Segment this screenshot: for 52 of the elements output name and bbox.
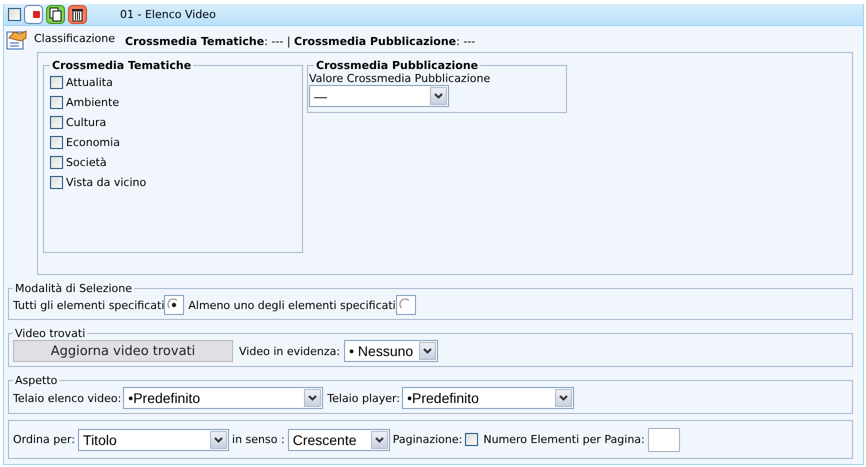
field-label: Numero Elementi per Pagina: [483, 433, 645, 446]
checkbox-label: Attualita [66, 76, 113, 88]
field-label: Telaio elenco video: [13, 392, 122, 404]
caret-icon [308, 395, 318, 401]
dropdown[interactable]: •Predefinito [402, 387, 574, 409]
checkbox[interactable] [50, 176, 63, 188]
dropdown[interactable]: — [309, 85, 449, 107]
section-label: Classificazione [34, 32, 116, 45]
radio-button[interactable] [396, 295, 416, 315]
caret-icon [559, 395, 568, 401]
checkbox[interactable] [50, 156, 63, 168]
radio-label: Tutti gli elementi specificati [13, 298, 164, 312]
field-label: Video in evidenza: [239, 344, 340, 358]
dropdown[interactable]: Crescente [288, 428, 390, 450]
dropdown[interactable]: •Predefinito [123, 387, 324, 409]
refresh-videos-button[interactable]: Aggiorna video trovati [13, 340, 233, 362]
caret-icon [434, 93, 443, 99]
checkbox-label: Cultura [66, 116, 106, 128]
checkbox-label: Ambiente [66, 96, 120, 108]
field-label: Valore Crossmedia Pubblicazione [309, 72, 492, 85]
field-label: Ordina per: [13, 433, 76, 446]
panel-title: 01 - Elenco Video [120, 8, 216, 21]
pagination-checkbox[interactable] [465, 433, 478, 446]
checkbox[interactable] [50, 136, 63, 148]
caret-icon [214, 436, 224, 442]
checkbox-label: Società [66, 156, 107, 168]
group-legend: Aspetto [13, 374, 60, 387]
group-legend: Crossmedia Pubblicazione [316, 59, 478, 72]
trash-icon[interactable] [68, 5, 87, 24]
field-label: in senso : [232, 433, 285, 446]
group-legend: Modalità di Selezione [13, 282, 134, 295]
caret-icon [374, 436, 384, 442]
dropdown[interactable]: Titolo [78, 428, 230, 450]
field-label: Paginazione: [392, 433, 462, 446]
select-checkbox[interactable] [8, 8, 21, 21]
checkbox-label: Economia [66, 136, 120, 148]
copy-icon[interactable] [46, 5, 65, 24]
checkbox[interactable] [50, 76, 63, 88]
caret-icon [423, 348, 432, 354]
group-legend: Crossmedia Tematiche [52, 59, 192, 72]
checkbox[interactable] [50, 116, 63, 128]
handshake-document-icon [6, 28, 28, 50]
dropdown[interactable]: • Nessuno [344, 340, 438, 362]
checkbox[interactable] [50, 96, 63, 108]
checkbox-label: Vista da vicino [66, 176, 146, 188]
radio-button[interactable] [164, 295, 184, 315]
items-per-page-field[interactable] [648, 428, 680, 452]
classification-summary: Crossmedia Tematiche: --- | Crossmedia Pubblicazione: --- [125, 35, 476, 48]
video-logo-icon[interactable] [24, 5, 43, 24]
group-legend: Video trovati [13, 327, 88, 340]
field-label: Telaio player: [327, 392, 400, 404]
radio-label: Almeno uno degli elementi specificati [188, 298, 396, 312]
